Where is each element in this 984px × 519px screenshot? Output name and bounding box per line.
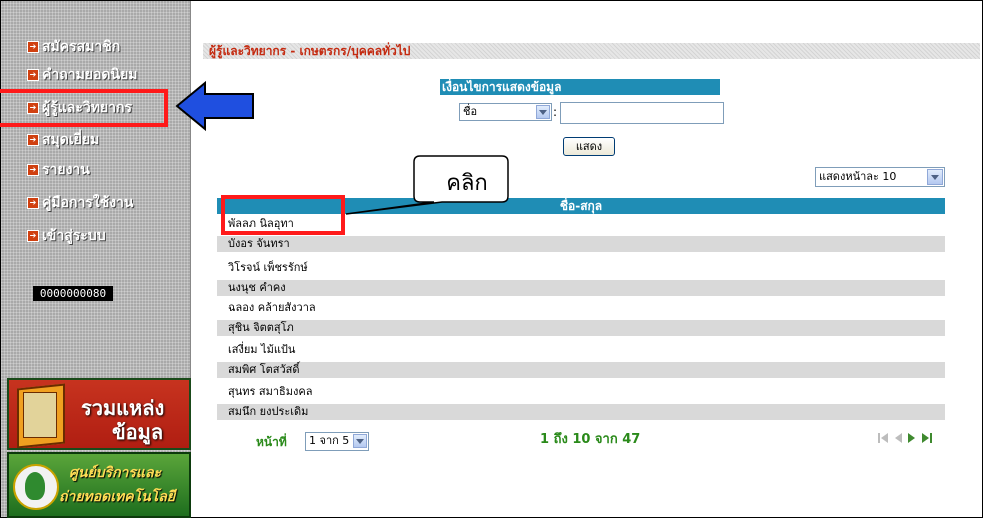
table-row[interactable]: สมนึก ยงประเดิม <box>217 404 945 420</box>
sidebar-item-label: รายงาน <box>42 162 90 178</box>
sidebar-item-label: สมุดเยี่ยม <box>42 132 100 148</box>
sidebar-item-label: คำถามยอดนิยม <box>42 67 138 83</box>
table-row[interactable]: ฉลอง คล้ายสังวาล <box>217 300 945 316</box>
pager-nav <box>876 431 934 445</box>
sidebar-item-guestbook[interactable]: ➔ สมุดเยี่ยม <box>27 130 99 150</box>
sidebar-item-manual[interactable]: ➔ คู่มือการใช้งาน <box>27 193 133 213</box>
callout-text: คลิก <box>446 171 488 196</box>
table-row[interactable]: วิโรจน์ เพ็ชรรักษ์ <box>217 260 945 276</box>
table-row[interactable]: สมพิศ โตสวัสดิ์ <box>217 362 945 378</box>
sidebar-item-label: คู่มือการใช้งาน <box>42 195 134 211</box>
page-number-value: 1 จาก 5 <box>309 434 350 447</box>
pointer-arrow-icon <box>175 80 254 132</box>
first-page-icon[interactable] <box>876 431 890 445</box>
page-size-value: แสดงหน้าละ 10 <box>819 170 897 183</box>
bullet-icon: ➔ <box>27 41 39 53</box>
highlight-box-row <box>221 195 345 235</box>
sidebar-item-reports[interactable]: ➔ รายงาน <box>27 160 90 180</box>
sidebar-item-label: เข้าสู่ระบบ <box>42 228 106 244</box>
sidebar-item-label: สมัครสมาชิก <box>42 39 121 55</box>
sidebar-item-faq[interactable]: ➔ คำถามยอดนิยม <box>27 65 138 85</box>
table-row[interactable]: สุนทร สมาธิมงคล <box>217 384 945 400</box>
sidebar-item-register[interactable]: ➔ สมัครสมาชิก <box>27 37 120 57</box>
dropdown-arrow-icon <box>927 169 943 185</box>
visitor-counter: 0000000080 <box>33 286 113 301</box>
page-number-select[interactable]: 1 จาก 5 <box>305 432 369 451</box>
bullet-icon: ➔ <box>27 197 39 209</box>
banner-line-2: ถ่ายทอดเทคโนโลยี <box>59 489 176 505</box>
table-row[interactable]: สุชิน จิตตสุโภ <box>217 320 945 336</box>
data-sources-banner[interactable]: รวมแหล่ง ข้อมูล <box>7 378 191 450</box>
filter-field-value: ชื่อ <box>463 105 478 118</box>
table-row[interactable]: เสงี่ยม ไม้แป้น <box>217 342 945 358</box>
bullet-icon: ➔ <box>27 230 39 242</box>
filter-search-input[interactable] <box>560 102 724 124</box>
page-size-select[interactable]: แสดงหน้าละ 10 <box>815 167 945 187</box>
table-row[interactable]: บังอร จันทรา <box>217 236 945 252</box>
dropdown-arrow-icon <box>353 434 367 448</box>
sidebar-item-login[interactable]: ➔ เข้าสู่ระบบ <box>27 226 106 246</box>
sidebar: ➔ สมัครสมาชิก ➔ คำถามยอดนิยม ➔ ผู้รู้และ… <box>1 1 191 518</box>
table-row[interactable]: นงนุช คำคง <box>217 280 945 296</box>
ministry-logo-icon <box>13 464 59 510</box>
next-page-icon[interactable] <box>906 431 918 445</box>
highlight-box-menu <box>0 89 168 127</box>
filter-title: เงื่อนไขการแสดงข้อมูล <box>440 79 720 95</box>
dropdown-arrow-icon <box>536 105 550 119</box>
service-center-banner[interactable]: ศูนย์บริการและ ถ่ายทอดเทคโนโลยี <box>7 452 191 518</box>
pager-label: หน้าที่ <box>256 435 287 449</box>
filter-colon: : <box>553 105 558 119</box>
show-button[interactable]: แสดง <box>563 137 615 156</box>
bullet-icon: ➔ <box>27 164 39 176</box>
bullet-icon: ➔ <box>27 69 39 81</box>
last-page-icon[interactable] <box>920 431 934 445</box>
record-range: 1 ถึง 10 จาก 47 <box>540 432 641 447</box>
book-page-icon <box>23 392 57 438</box>
prev-page-icon[interactable] <box>892 431 904 445</box>
page-title: ผู้รู้และวิทยากร - เกษตรกร/บุคคลทั่วไป <box>203 43 980 59</box>
banner-line-2: ข้อมูล <box>112 420 164 444</box>
filter-field-select[interactable]: ชื่อ <box>459 103 552 121</box>
bullet-icon: ➔ <box>27 134 39 146</box>
banner-line-1: ศูนย์บริการและ <box>69 465 162 481</box>
